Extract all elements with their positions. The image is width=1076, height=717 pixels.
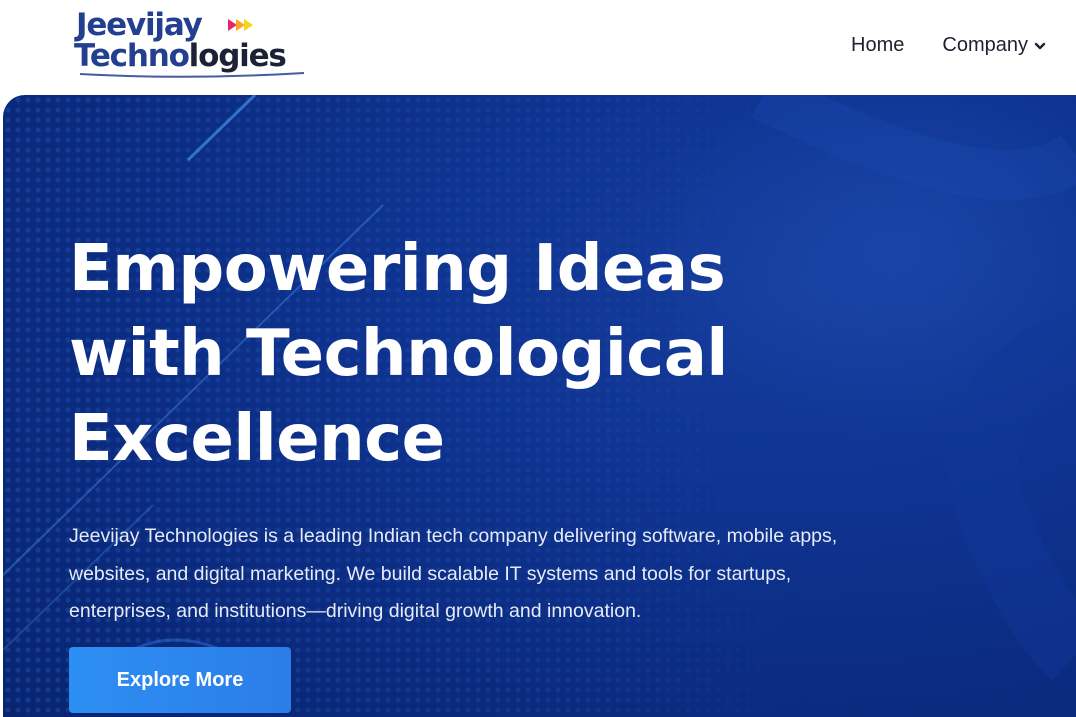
logo-text-line2: Technologies <box>74 38 287 74</box>
explore-more-button[interactable]: Explore More <box>69 647 291 713</box>
page: Jeevijay Technologies Home Company Empow… <box>0 0 1076 717</box>
company-logo[interactable]: Jeevijay Technologies <box>74 8 324 83</box>
nav-company-label: Company <box>942 34 1028 56</box>
logo-text-logies: logies <box>188 38 287 74</box>
logo-text-line1: Jeevijay <box>76 7 203 43</box>
chevron-down-icon <box>1034 42 1046 49</box>
logo-swoosh <box>79 72 305 78</box>
site-header: Jeevijay Technologies Home Company <box>0 0 1076 95</box>
triple-arrow-icon <box>228 19 253 31</box>
nav-company-dropdown[interactable]: Company <box>942 34 1046 57</box>
hero-description: Jeevijay Technologies is a leading India… <box>69 525 838 622</box>
nav-home-link[interactable]: Home <box>851 34 904 57</box>
hero-title: Empowering Ideas with Technological Exce… <box>69 232 728 476</box>
hero-content: Empowering Ideas with Technological Exce… <box>69 227 969 631</box>
hero-section: Empowering Ideas with Technological Exce… <box>3 95 1076 717</box>
logo-text-techno: Techno <box>74 38 190 74</box>
main-nav: Home Company <box>851 34 1046 57</box>
nav-home-label: Home <box>851 34 905 56</box>
